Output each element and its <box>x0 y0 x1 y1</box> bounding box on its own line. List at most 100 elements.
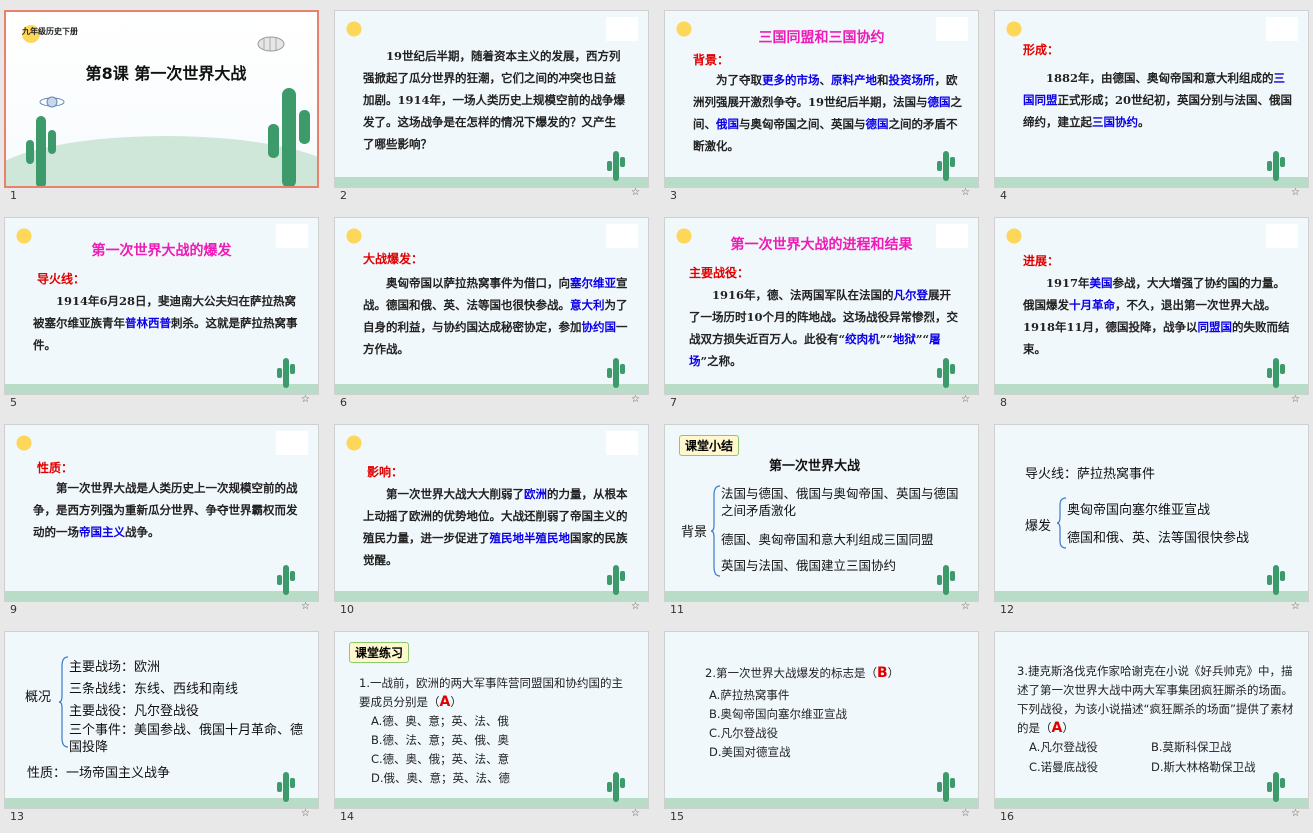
brace-icon <box>1057 497 1067 549</box>
ground-strip <box>995 177 1308 187</box>
star-icon[interactable]: ☆ <box>961 394 970 405</box>
answer-mark: B <box>876 665 888 681</box>
star-icon[interactable]: ☆ <box>631 394 640 405</box>
slide-body: 奥匈帝国以萨拉热窝事件为借口，向塞尔维亚宣战。德国和俄、英、法等国也很快参战。意… <box>363 276 628 356</box>
star-icon[interactable]: ☆ <box>631 187 640 198</box>
star-icon[interactable]: ☆ <box>961 187 970 198</box>
slide-thumb-8[interactable]: 进展： 1917年美国参战，大大增强了协约国的力量。俄国爆发十月革命，不久，退出… <box>990 207 1310 413</box>
sun-icon <box>1001 16 1027 42</box>
cactus-icon <box>277 358 295 388</box>
body-text: 19世纪后半期，随着资本主义的发展，西方列强掀起了瓜分世界的狂潮，它们之间的冲突… <box>363 49 626 151</box>
option: A.凡尔登战役 <box>1029 740 1098 754</box>
cactus-icon <box>277 565 295 595</box>
overview-item: 主要战役：凡尔登战役 <box>69 704 200 719</box>
star-icon[interactable]: ☆ <box>961 601 970 612</box>
cactus-icon <box>1267 565 1285 595</box>
answer-mark: A <box>439 694 451 710</box>
slide-number: 8 <box>1000 396 1007 409</box>
brace-label: 概况 <box>25 690 52 705</box>
slide-3[interactable]: 三国同盟和三国协约 背景： 为了夺取更多的市场、原料产地和投资场所，欧洲列强展开… <box>664 10 979 188</box>
slide-4[interactable]: 形成： 1882年，由德国、奥匈帝国和意大利组成的三国同盟正式形成；20世纪初，… <box>994 10 1309 188</box>
cactus-icon <box>277 772 295 802</box>
slide-body: 1914年6月28日，斐迪南大公夫妇在萨拉热窝被塞尔维亚族青年普林西普刺杀。这就… <box>33 294 298 352</box>
slide-thumb-6[interactable]: 大战爆发： 奥匈帝国以萨拉热窝事件为借口，向塞尔维亚宣战。德国和俄、英、法等国也… <box>330 207 650 413</box>
slide-12[interactable]: 导火线：萨拉热窝事件 爆发 奥匈帝国向塞尔维亚宣战 德国和俄、英、法等国很快参战 <box>994 424 1309 602</box>
slide-thumb-10[interactable]: 影响： 第一次世界大战大大削弱了欧洲的力量，从根本上动摇了欧洲的优势地位。大战还… <box>330 414 650 620</box>
cactus-left-icon <box>26 116 56 186</box>
slide-thumb-12[interactable]: 导火线：萨拉热窝事件 爆发 奥匈帝国向塞尔维亚宣战 德国和俄、英、法等国很快参战… <box>990 414 1310 620</box>
fuse-line: 导火线：萨拉热窝事件 <box>1025 467 1156 482</box>
slide-6[interactable]: 大战爆发： 奥匈帝国以萨拉热窝事件为借口，向塞尔维亚宣战。德国和俄、英、法等国也… <box>334 217 649 395</box>
slide-number: 11 <box>670 603 684 616</box>
slide-thumb-3[interactable]: 三国同盟和三国协约 背景： 为了夺取更多的市场、原料产地和投资场所，欧洲列强展开… <box>660 0 980 206</box>
slide-thumb-14[interactable]: 课堂练习 1.一战前，欧洲的两大军事阵营同盟国和协约国的主要成员分别是（A） A… <box>330 621 650 827</box>
slide-number: 13 <box>10 810 24 823</box>
star-icon[interactable]: ☆ <box>301 601 310 612</box>
ground-strip <box>5 384 318 394</box>
slide-thumb-2[interactable]: 19世纪后半期，随着资本主义的发展，西方列强掀起了瓜分世界的狂潮，它们之间的冲突… <box>330 0 650 206</box>
ground-strip <box>335 177 648 187</box>
slide-9[interactable]: 性质： 第一次世界大战是人类历史上一次规模空前的战争，是西方列强为重新瓜分世界、… <box>4 424 319 602</box>
slide-thumb-9[interactable]: 性质： 第一次世界大战是人类历史上一次规模空前的战争，是西方列强为重新瓜分世界、… <box>0 414 320 620</box>
slide-11[interactable]: 课堂小结 第一次世界大战 背景 法国与德国、俄国与奥匈帝国、英国与德国之间矛盾激… <box>664 424 979 602</box>
slide-16[interactable]: 3.捷克斯洛伐克作家哈谢克在小说《好兵帅克》中，描述了第一次世界大战中两大军事集… <box>994 631 1309 809</box>
practice-tag: 课堂练习 <box>349 642 410 663</box>
star-icon[interactable]: ☆ <box>961 808 970 819</box>
option: C.诺曼底战役 <box>1029 760 1099 774</box>
slide-10[interactable]: 影响： 第一次世界大战大大削弱了欧洲的力量，从根本上动摇了欧洲的优势地位。大战还… <box>334 424 649 602</box>
cactus-icon <box>1267 772 1285 802</box>
slide-number: 16 <box>1000 810 1014 823</box>
slide-thumb-13[interactable]: 概况 主要战场：欧洲 三条战线：东线、西线和南线 主要战役：凡尔登战役 三个事件… <box>0 621 320 827</box>
ground-strip <box>665 798 978 808</box>
section-label: 背景： <box>693 53 730 67</box>
star-icon[interactable]: ☆ <box>301 394 310 405</box>
ground-strip <box>665 384 978 394</box>
option: D.斯大林格勒保卫战 <box>1151 760 1256 774</box>
star-icon[interactable]: ☆ <box>301 808 310 819</box>
slide-14[interactable]: 课堂练习 1.一战前，欧洲的两大军事阵营同盟国和协约国的主要成员分别是（A） A… <box>334 631 649 809</box>
star-icon[interactable]: ☆ <box>631 808 640 819</box>
answer-mark: A <box>1051 720 1063 736</box>
slide-2[interactable]: 19世纪后半期，随着资本主义的发展，西方列强掀起了瓜分世界的狂潮，它们之间的冲突… <box>334 10 649 188</box>
slide-1[interactable]: 九年级历史下册 第8课 第一次世界大战 <box>4 10 319 188</box>
slide-thumb-4[interactable]: 形成： 1882年，由德国、奥匈帝国和意大利组成的三国同盟正式形成；20世纪初，… <box>990 0 1310 206</box>
star-icon[interactable]: ☆ <box>1291 394 1300 405</box>
option: C.德、奥、俄；英、法、意 <box>371 752 510 766</box>
slide-thumb-16[interactable]: 3.捷克斯洛伐克作家哈谢克在小说《好兵帅克》中，描述了第一次世界大战中两大军事集… <box>990 621 1310 827</box>
slide-8[interactable]: 进展： 1917年美国参战，大大增强了协约国的力量。俄国爆发十月革命，不久，退出… <box>994 217 1309 395</box>
slide-13[interactable]: 概况 主要战场：欧洲 三条战线：东线、西线和南线 主要战役：凡尔登战役 三个事件… <box>4 631 319 809</box>
brace-icon <box>711 485 721 577</box>
star-icon[interactable]: ☆ <box>1291 601 1300 612</box>
star-icon[interactable]: ☆ <box>1291 808 1300 819</box>
cactus-icon <box>607 772 625 802</box>
slide-5[interactable]: 第一次世界大战的爆发 导火线： 1914年6月28日，斐迪南大公夫妇在萨拉热窝被… <box>4 217 319 395</box>
slide-thumb-11[interactable]: 课堂小结 第一次世界大战 背景 法国与德国、俄国与奥匈帝国、英国与德国之间矛盾激… <box>660 414 980 620</box>
slide-15[interactable]: 2.第一次世界大战爆发的标志是（B） A.萨拉热窝事件 B.奥匈帝国向塞尔维亚宣… <box>664 631 979 809</box>
slide-number: 10 <box>340 603 354 616</box>
slide-thumb-5[interactable]: 第一次世界大战的爆发 导火线： 1914年6月28日，斐迪南大公夫妇在萨拉热窝被… <box>0 207 320 413</box>
ground-strip <box>335 798 648 808</box>
option: D.美国对德宣战 <box>709 745 791 759</box>
option: A.德、奥、意；英、法、俄 <box>371 714 509 728</box>
slide-body: 第一次世界大战大大削弱了欧洲的力量，从根本上动摇了欧洲的优势地位。大战还削弱了帝… <box>363 487 628 567</box>
cactus-icon <box>937 358 955 388</box>
outbreak-item: 德国和俄、英、法等国很快参战 <box>1067 531 1250 546</box>
cactus-icon <box>937 565 955 595</box>
slide-number: 2 <box>340 189 347 202</box>
slide-thumb-7[interactable]: 第一次世界大战的进程和结果 主要战役： 1916年，德、法两国军队在法国的凡尔登… <box>660 207 980 413</box>
slide-thumb-15[interactable]: 2.第一次世界大战爆发的标志是（B） A.萨拉热窝事件 B.奥匈帝国向塞尔维亚宣… <box>660 621 980 827</box>
option: B.莫斯科保卫战 <box>1151 740 1232 754</box>
summary-item: 法国与德国、俄国与奥匈帝国、英国与德国之间矛盾激化 <box>721 486 959 518</box>
star-icon[interactable]: ☆ <box>1291 187 1300 198</box>
cactus-icon <box>1267 151 1285 181</box>
shell-icon <box>257 36 285 52</box>
question-text: 2.第一次世界大战爆发的标志是（B） <box>705 665 900 681</box>
section-label: 形成： <box>1023 43 1060 57</box>
section-label: 性质： <box>37 461 74 475</box>
slide-title: 第8课 第一次世界大战 <box>85 64 247 83</box>
slide-7[interactable]: 第一次世界大战的进程和结果 主要战役： 1916年，德、法两国军队在法国的凡尔登… <box>664 217 979 395</box>
slide-thumb-1[interactable]: 九年级历史下册 第8课 第一次世界大战 1 <box>0 0 320 206</box>
slide-number: 5 <box>10 396 17 409</box>
star-icon[interactable]: ☆ <box>631 601 640 612</box>
slide-body: 1916年，德、法两国军队在法国的凡尔登展开了一场历时10个月的阵地战。这场战役… <box>689 288 959 368</box>
